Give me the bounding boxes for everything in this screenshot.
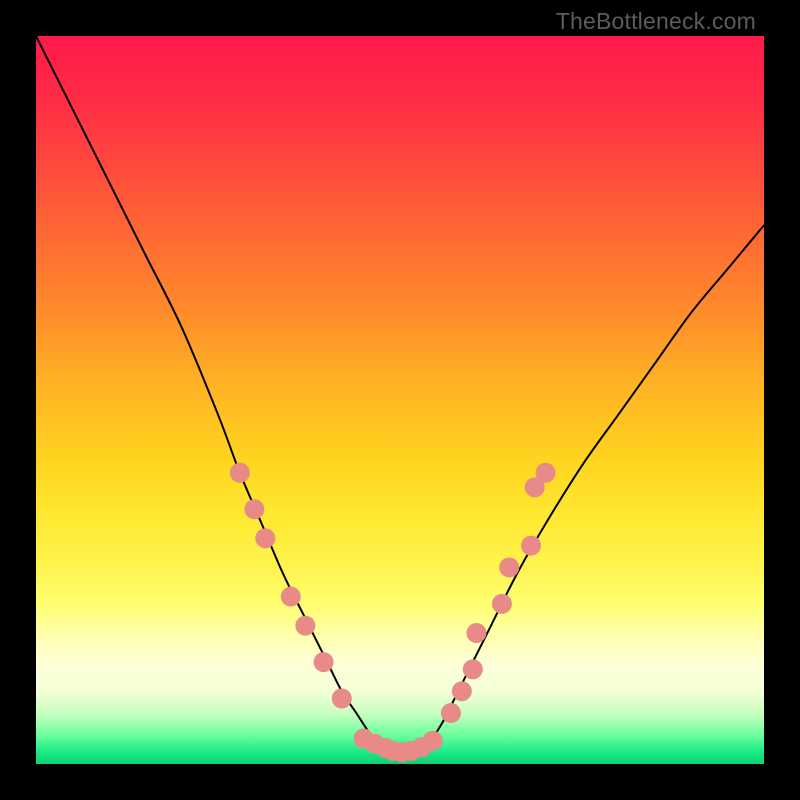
curve-marker — [463, 659, 483, 679]
bottleneck-curve — [36, 36, 764, 757]
marker-group — [230, 463, 556, 763]
curve-marker — [441, 703, 461, 723]
curve-marker — [244, 499, 264, 519]
curve-marker — [423, 731, 443, 751]
curve-marker — [281, 587, 301, 607]
watermark-text: TheBottleneck.com — [556, 8, 756, 35]
curve-marker — [492, 594, 512, 614]
curve-marker — [230, 463, 250, 483]
curve-marker — [255, 528, 275, 548]
curve-marker — [314, 652, 334, 672]
curve-marker — [466, 623, 486, 643]
curve-marker — [332, 688, 352, 708]
curve-marker — [521, 536, 541, 556]
curve-marker — [452, 681, 472, 701]
curve-marker — [499, 557, 519, 577]
curve-marker — [295, 616, 315, 636]
curve-marker — [536, 463, 556, 483]
chart-svg — [36, 36, 764, 764]
